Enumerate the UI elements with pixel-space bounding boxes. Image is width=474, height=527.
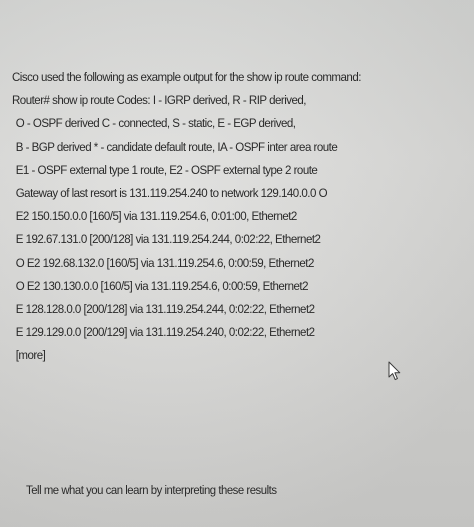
route-output-line: E 129.129.0.0 [200/129] via 131.119.254.… bbox=[15, 325, 315, 340]
route-output-line: Router# show ip route Codes: I - IGRP de… bbox=[12, 93, 307, 108]
mouse-pointer-icon bbox=[388, 361, 401, 381]
more-indicator: [more] bbox=[15, 348, 46, 363]
intro-text: Cisco used the following as example outp… bbox=[12, 70, 361, 84]
route-output-line: E 128.128.0.0 [200/128] via 131.119.254.… bbox=[15, 302, 315, 317]
route-output-line: O - OSPF derived C - connected, S - stat… bbox=[15, 116, 296, 131]
question-prompt: Tell me what you can learn by interpreti… bbox=[26, 483, 277, 497]
route-output-line: B - BGP derived * - candidate default ro… bbox=[15, 139, 338, 154]
route-output-line: E 192.67.131.0 [200/128] via 131.119.254… bbox=[15, 232, 321, 247]
route-output-line: E1 - OSPF external type 1 route, E2 - OS… bbox=[15, 162, 318, 177]
route-output-line: O E2 130.130.0.0 [160/5] via 131.119.254… bbox=[15, 278, 309, 293]
question-text-block: Cisco used the following as example outp… bbox=[12, 66, 457, 368]
route-output-line: Gateway of last resort is 131.119.254.24… bbox=[15, 186, 328, 201]
route-output-line: E2 150.150.0.0 [160/5] via 131.119.254.6… bbox=[15, 209, 298, 224]
route-output-line: O E2 192.68.132.0 [160/5] via 131.119.25… bbox=[15, 255, 315, 270]
